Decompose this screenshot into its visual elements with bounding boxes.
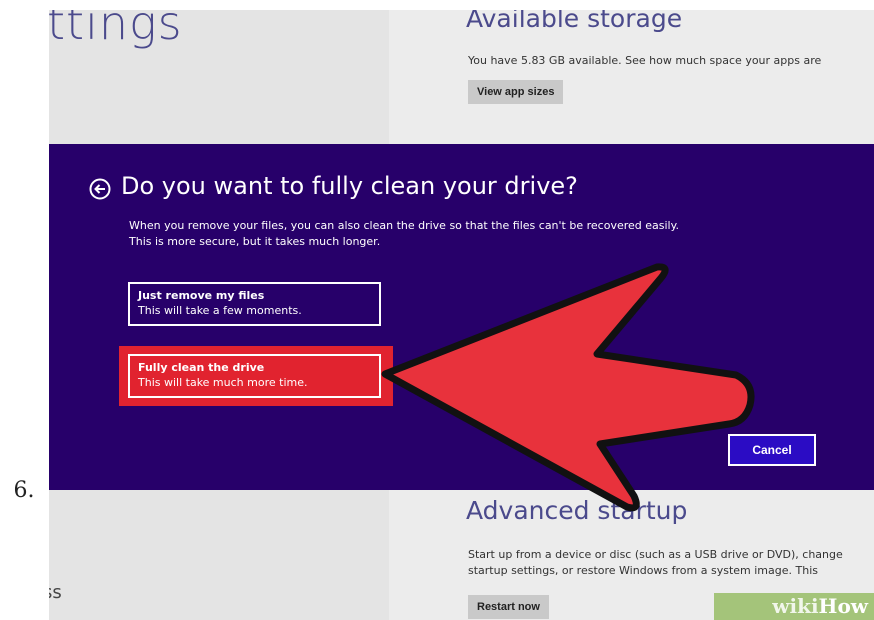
watermark-part1: wiki: [772, 594, 819, 618]
step-number: 6.: [13, 478, 35, 503]
wikihow-watermark: wikiHow: [714, 593, 874, 620]
watermark-part2: How: [818, 594, 868, 618]
red-arrow-annotation: [381, 263, 755, 512]
screenshot: ttings ss Available storage You have 5.8…: [49, 10, 874, 620]
